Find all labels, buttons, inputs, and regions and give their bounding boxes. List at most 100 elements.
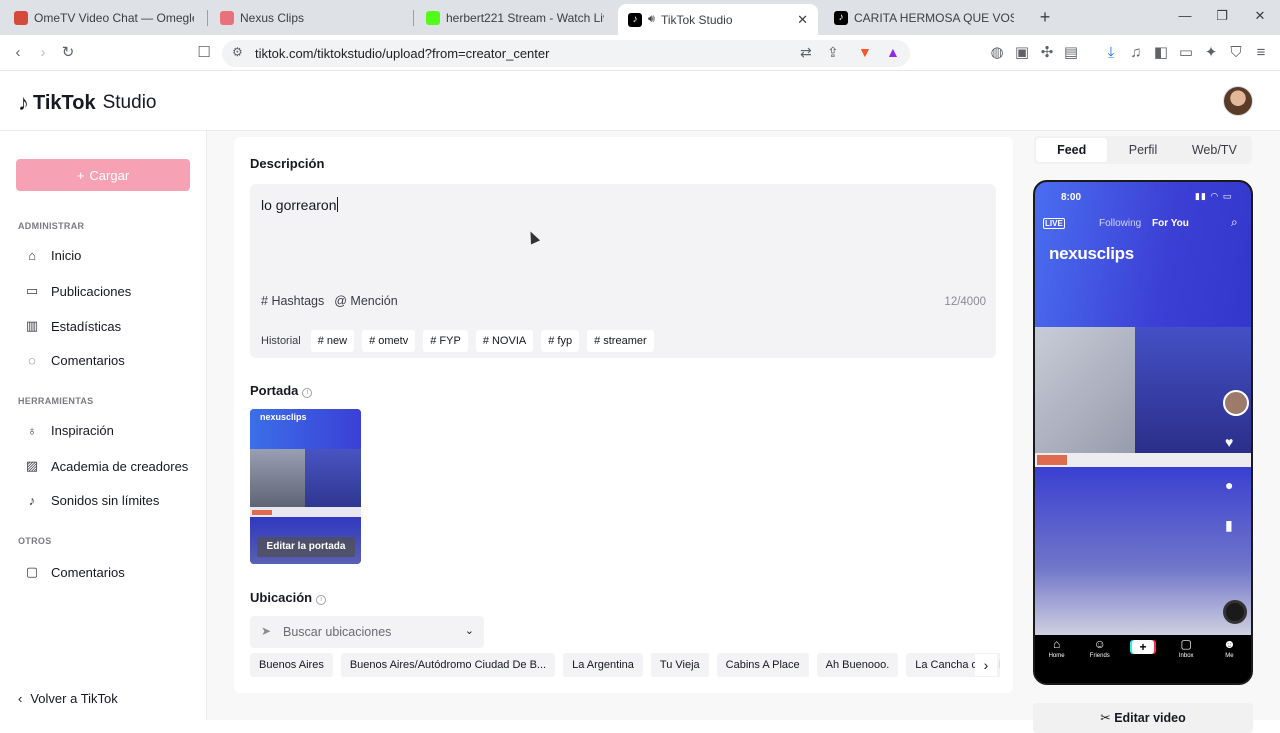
tiktok-studio-logo[interactable]: ♪ TikTok Studio <box>18 90 156 116</box>
sidebar-item-sounds[interactable]: ♪ Sonidos sin límites <box>25 493 160 508</box>
cover-thumbnail[interactable]: nexusclips Editar la portada <box>250 409 361 564</box>
reload-icon[interactable]: ↻ <box>58 43 78 63</box>
history-chip[interactable]: # new <box>310 330 355 352</box>
nexus-favicon-icon <box>220 10 234 25</box>
history-chip[interactable]: # fyp <box>541 330 580 352</box>
forward-icon[interactable]: › <box>33 43 53 63</box>
tab-title: TikTok Studio <box>660 12 733 27</box>
location-chip[interactable]: Buenos Aires/Autódromo Ciudad De B... <box>340 653 556 677</box>
info-icon[interactable]: i <box>316 595 327 605</box>
tiktok-logo-icon: ♪ <box>18 90 29 115</box>
location-placeholder: Buscar ubicaciones <box>283 625 392 639</box>
history-chip[interactable]: # FYP <box>423 330 468 352</box>
tab-title: herbert221 Stream - Watch Live on K <box>446 10 604 25</box>
sidebar-item-label: Inicio <box>51 248 82 263</box>
extension-icon[interactable]: ▣ <box>1012 43 1032 63</box>
description-editor[interactable]: lo gorrearon # Hashtags @ Mención 12/400… <box>250 184 996 358</box>
back-to-tiktok-link[interactable]: ‹ Volver a TikTok <box>18 691 118 706</box>
brave-rewards-icon[interactable]: ▲ <box>886 44 900 60</box>
sidebar-item-label: Sonidos sin límites <box>51 493 160 508</box>
back-label: Volver a TikTok <box>30 691 118 706</box>
tab-separator <box>413 10 414 26</box>
mention-button[interactable]: @ Mención <box>334 294 397 308</box>
browser-tab-tiktok-studio[interactable]: ♪ 🔊︎ TikTok Studio ✕ <box>618 4 818 35</box>
tab-feed[interactable]: Feed <box>1036 138 1108 162</box>
location-chip[interactable]: Buenos Aires <box>250 653 333 677</box>
tab-title: CARITA HERMOSA QUE VOS TENES <box>854 10 1014 25</box>
browser-tab-nexus-clips[interactable]: Nexus Clips <box>210 0 410 35</box>
tab-web-tv[interactable]: Web/TV <box>1179 138 1250 162</box>
location-chip[interactable]: La Argentina <box>563 653 643 677</box>
sidebar-item-comments-other[interactable]: ▢ Comentarios <box>25 564 125 580</box>
edit-video-label: Editar video <box>1114 711 1186 725</box>
creator-avatar <box>1223 390 1249 416</box>
tab-profile[interactable]: Perfil <box>1107 138 1178 162</box>
edit-cover-button[interactable]: Editar la portada <box>257 537 355 557</box>
phone-tabs: ⌂ Home ☺ Friends + ▢ Inbox ☻ Me <box>1035 637 1251 661</box>
browser-tab-ometv[interactable]: OmeTV Video Chat — Omegle R <box>4 0 204 35</box>
phone-tab-label: Inbox <box>1178 653 1194 659</box>
phone-tab-friends: ☺ Friends <box>1078 637 1121 661</box>
hashtags-button[interactable]: # Hashtags <box>261 294 324 308</box>
menu-icon[interactable]: ≡ <box>1251 43 1271 63</box>
following-tab: Following <box>1099 218 1142 229</box>
location-label: Ubicación i <box>250 590 327 605</box>
tiktok-studio-app: ♪ TikTok Studio + Cargar ADMINISTRAR ⌂ I… <box>0 71 1280 733</box>
vpn-icon[interactable]: ⛉ <box>1226 43 1246 63</box>
logo-brand: TikTok <box>33 91 96 114</box>
sidebar-icon[interactable]: ◧ <box>1151 43 1171 63</box>
extension-icon[interactable]: ▤ <box>1061 43 1081 63</box>
sidebar-item-label: Inspiración <box>51 423 114 438</box>
close-tab-icon[interactable]: ✕ <box>797 12 808 28</box>
chevron-right-icon[interactable]: › <box>975 654 997 676</box>
phone-tab-label: Me <box>1225 653 1234 659</box>
live-icon: LIVE <box>1043 218 1065 229</box>
download-icon[interactable]: ⤓ <box>1101 43 1121 63</box>
sidebar-item-posts[interactable]: ▭ Publicaciones <box>25 283 131 299</box>
extension-icon[interactable]: ◍ <box>987 43 1007 63</box>
sidebar-item-stats[interactable]: ▥ Estadísticas <box>25 318 121 334</box>
close-window-icon[interactable]: ✕ <box>1250 8 1270 24</box>
share-icon[interactable]: ⇪ <box>827 44 839 61</box>
upload-form: Descripción lo gorrearon # Hashtags @ Me… <box>234 137 1013 693</box>
scissors-icon: ✂ <box>1100 711 1115 725</box>
location-chip[interactable]: Cabins A Place <box>716 653 809 677</box>
leo-ai-icon[interactable]: ✦ <box>1201 43 1221 63</box>
friends-icon: ☺ <box>1093 637 1106 651</box>
address-bar[interactable]: ⚙ tiktok.com/tiktokstudio/upload?from=cr… <box>222 40 910 67</box>
avatar[interactable] <box>1223 86 1253 116</box>
location-search[interactable]: ➤ Buscar ubicaciones ⌄ <box>250 616 484 648</box>
location-chip[interactable]: Ah Buenooo. <box>816 653 899 677</box>
puzzle-icon[interactable]: ✣ <box>1037 43 1057 63</box>
info-icon[interactable]: i <box>302 388 313 398</box>
history-chip[interactable]: # streamer <box>587 330 654 352</box>
history-chip[interactable]: # NOVIA <box>475 330 534 352</box>
back-icon[interactable]: ‹ <box>8 43 28 63</box>
site-info-icon[interactable]: ⚙ <box>232 45 243 59</box>
history-chip[interactable]: # ometv <box>362 330 416 352</box>
new-tab-button[interactable]: + <box>1034 6 1056 28</box>
location-chip[interactable]: Tu Vieja <box>650 653 709 677</box>
phone-tab-label: Home <box>1048 653 1065 659</box>
location-pin-icon: ➤ <box>261 624 272 638</box>
sidebar-item-academy[interactable]: ▨ Academia de creadores <box>25 458 188 474</box>
browser-tab-kick[interactable]: herbert221 Stream - Watch Live on K <box>416 0 614 35</box>
brave-shield-icon[interactable]: ▼ <box>858 44 872 60</box>
restore-icon[interactable]: ❐ <box>1212 8 1232 24</box>
media-icon[interactable]: ♫ <box>1126 43 1146 63</box>
sidebar-item-home[interactable]: ⌂ Inicio <box>25 248 81 263</box>
minimize-icon[interactable]: — <box>1175 8 1195 23</box>
bookmark-icon[interactable]: ☐ <box>194 43 214 63</box>
sidebar-item-comments[interactable]: ◌ Comentarios <box>25 353 125 368</box>
upload-button[interactable]: + Cargar <box>16 159 190 191</box>
edit-video-button[interactable]: ✂ Editar video <box>1033 703 1253 733</box>
wallet-icon[interactable]: ▭ <box>1176 43 1196 63</box>
translate-icon[interactable]: ⇄ <box>800 44 812 61</box>
description-text[interactable]: lo gorrearon <box>261 197 338 213</box>
browser-tab-carita[interactable]: ♪ CARITA HERMOSA QUE VOS TENES <box>824 0 1024 35</box>
chart-icon: ▥ <box>25 318 39 333</box>
plus-icon: + <box>76 167 85 183</box>
sidebar-item-inspiration[interactable]: ♁ Inspiración <box>25 423 114 438</box>
section-admin: ADMINISTRAR <box>18 221 85 231</box>
chevron-down-icon: ⌄ <box>464 625 474 637</box>
